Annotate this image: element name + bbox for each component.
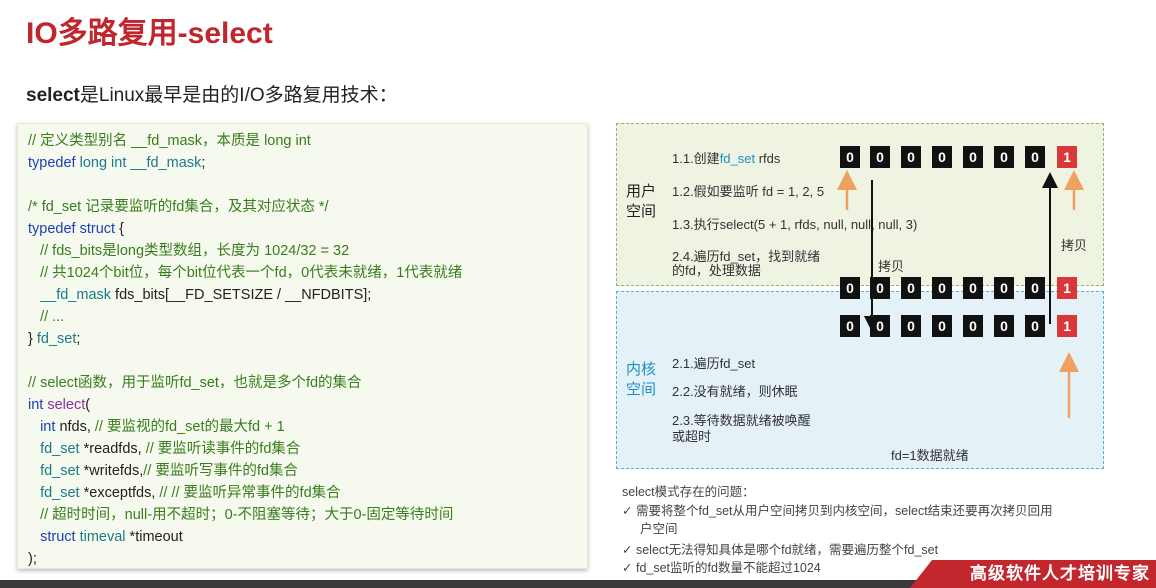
- problems-heading: select模式存在的问题：: [622, 485, 755, 499]
- problem-item-3: ✓ fd_set监听的fd数量不能超过1024: [622, 557, 821, 576]
- copy-down-label: 拷贝: [878, 259, 905, 274]
- check-icon: ✓: [622, 561, 633, 575]
- copy-up-label: 拷贝: [1061, 238, 1088, 253]
- check-icon: ✓: [622, 543, 633, 557]
- problem-item-2-text: select无法得知具体是哪个fd就绪，需要遍历整个fd_set: [635, 543, 939, 557]
- problem-item-3-text: fd_set监听的fd数量不能超过1024: [635, 561, 821, 575]
- check-icon: ✓: [622, 504, 633, 518]
- problem-item-2: ✓ select无法得知具体是哪个fd就绪，需要遍历整个fd_set: [622, 539, 938, 558]
- problem-item-1-line2: 户空间: [640, 522, 678, 536]
- brand-banner: 高级软件人才培训专家: [910, 560, 1156, 588]
- problem-item-1: ✓ 需要将整个fd_set从用户空间拷贝到内核空间，select结束还要再次拷贝…: [622, 500, 1053, 519]
- problem-item-1-line1: 需要将整个fd_set从用户空间拷贝到内核空间，select结束还要再次拷贝回用: [635, 504, 1053, 518]
